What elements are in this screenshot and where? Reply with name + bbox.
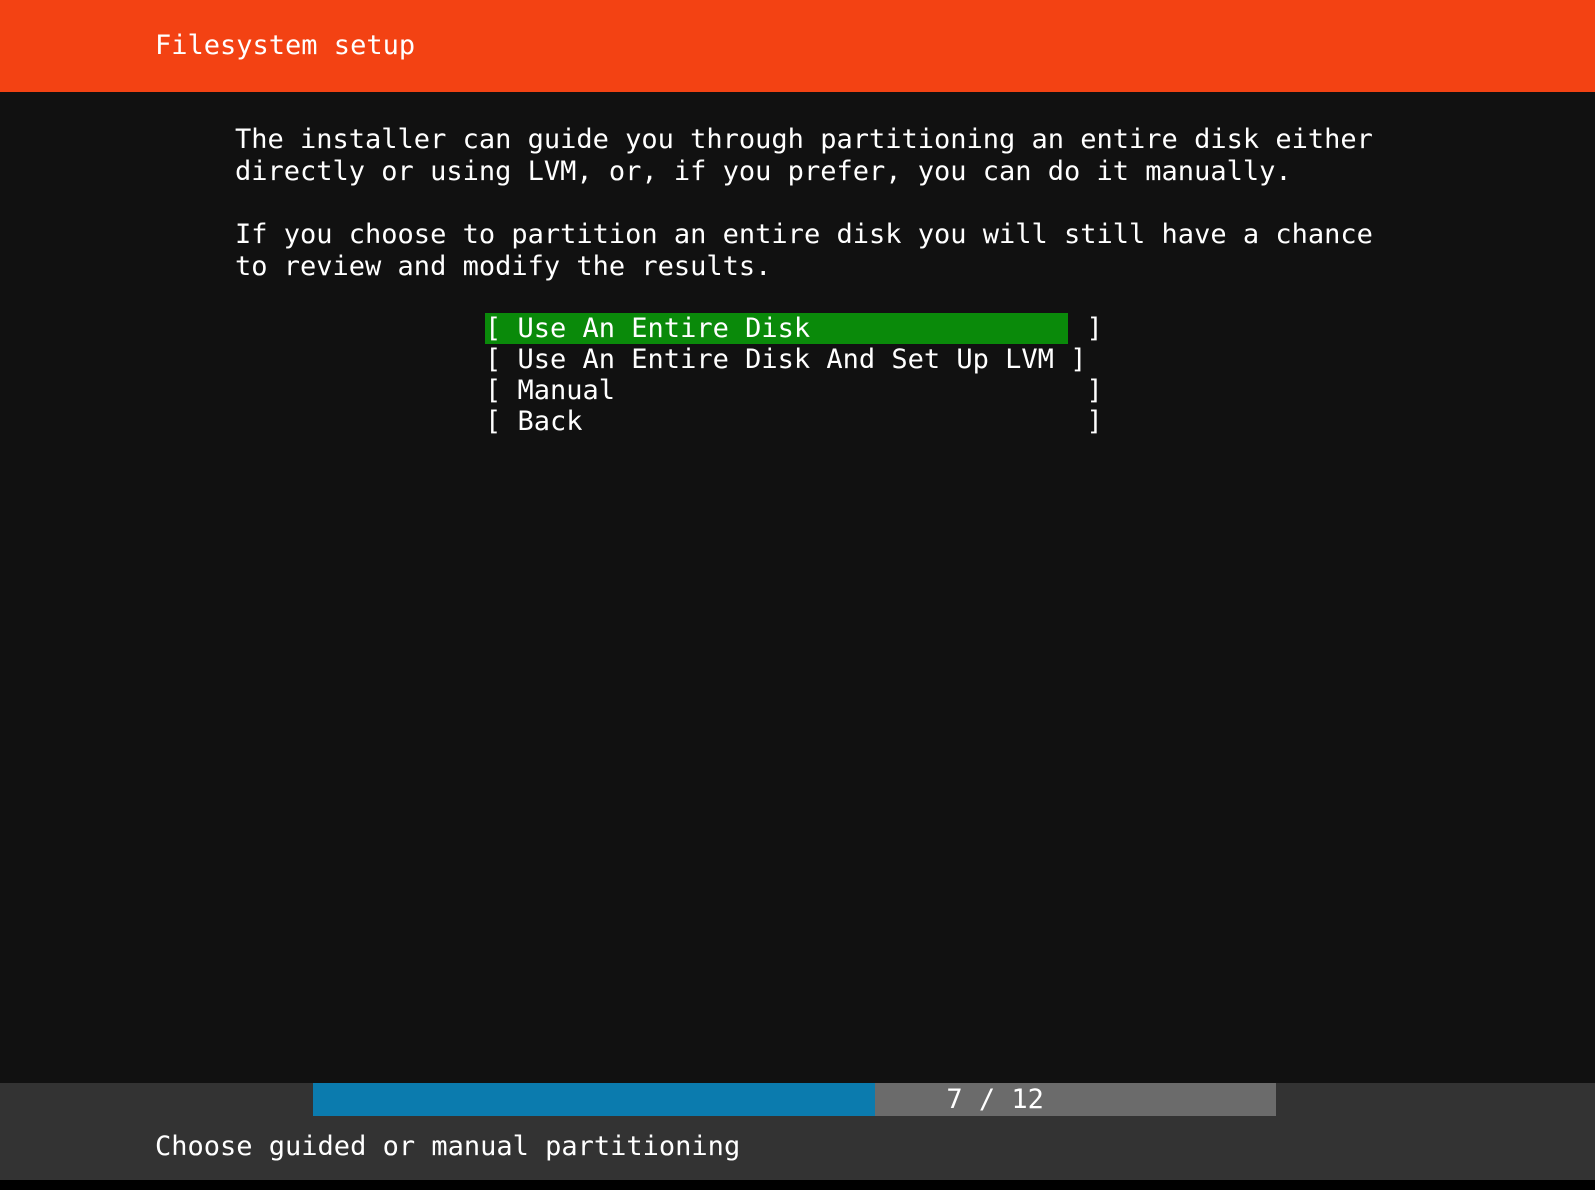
footer-bar: 7 / 12 Choose guided or manual partition…: [0, 1083, 1595, 1180]
menu-item-use-an-entire-disk[interactable]: [ Use An Entire Disk ]: [485, 313, 1103, 344]
bottom-strip: [0, 1180, 1595, 1190]
status-hint-text: Choose guided or manual partitioning: [155, 1131, 741, 1162]
main-content: The installer can guide you through part…: [0, 92, 1595, 1060]
menu-item-back[interactable]: [ Back ]: [485, 406, 1103, 437]
installer-screen: Filesystem setup The installer can guide…: [0, 0, 1595, 1190]
menu-item-use-an-entire-disk-and-set-up-lvm[interactable]: [ Use An Entire Disk And Set Up LVM ]: [485, 344, 1086, 375]
header-bar: Filesystem setup: [0, 0, 1595, 92]
progress-bar: 7 / 12: [313, 1083, 1276, 1116]
intro-paragraph-2: If you choose to partition an entire dis…: [235, 219, 1373, 282]
intro-paragraph-1: The installer can guide you through part…: [235, 124, 1373, 187]
menu-item-manual[interactable]: [ Manual ]: [485, 375, 1103, 406]
page-title: Filesystem setup: [155, 30, 416, 61]
partitioning-menu: [ Use An Entire Disk ] [ Use An Entire D…: [485, 313, 1103, 437]
progress-bar-label: 7 / 12: [946, 1084, 1044, 1115]
